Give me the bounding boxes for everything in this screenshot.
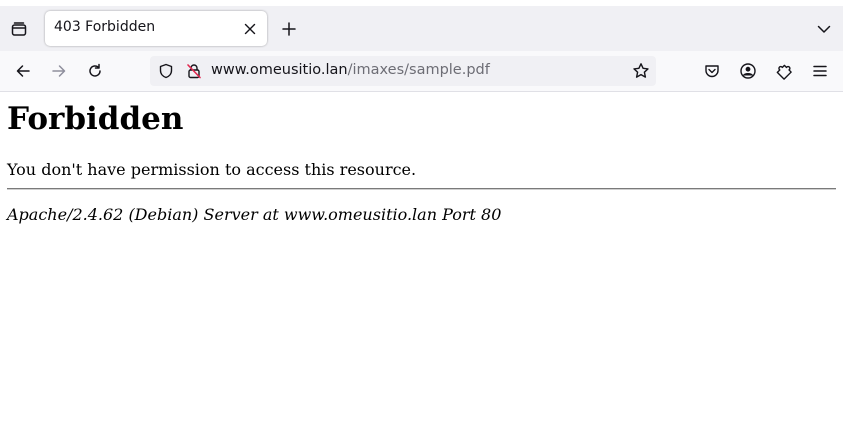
folder-icon[interactable] <box>5 15 33 43</box>
star-icon[interactable] <box>627 57 655 85</box>
url-prefix: www. <box>211 62 250 78</box>
puzzle-icon[interactable] <box>770 57 798 85</box>
insecure-lock-icon[interactable] <box>180 57 208 85</box>
tab-title: 403 Forbidden <box>54 19 156 35</box>
url-bar[interactable]: www.omeusitio.lan/imaxes/sample.pdf <box>150 56 656 86</box>
pocket-icon[interactable] <box>698 57 726 85</box>
hamburger-menu-icon[interactable] <box>806 57 834 85</box>
close-icon[interactable] <box>238 17 262 41</box>
url-text[interactable]: www.omeusitio.lan/imaxes/sample.pdf <box>211 62 490 78</box>
page-title: Forbidden <box>7 101 184 137</box>
chevron-down-icon[interactable] <box>810 15 838 43</box>
arrow-left-icon[interactable] <box>9 57 37 85</box>
account-icon[interactable] <box>734 57 762 85</box>
tab-bar: 403 Forbidden <box>0 6 843 51</box>
error-message: You don't have permission to access this… <box>7 160 417 179</box>
page-content: Forbidden You don't have permission to a… <box>0 92 843 446</box>
server-signature: Apache/2.4.62 (Debian) Server at www.ome… <box>7 205 502 224</box>
url-path: /imaxes/sample.pdf <box>347 62 490 78</box>
url-domain: omeusitio.lan <box>249 62 348 78</box>
plus-icon[interactable] <box>275 15 303 43</box>
arrow-right-icon[interactable] <box>45 57 73 85</box>
divider <box>7 188 836 190</box>
navigation-toolbar: www.omeusitio.lan/imaxes/sample.pdf <box>0 51 843 92</box>
shield-icon[interactable] <box>152 57 180 85</box>
reload-icon[interactable] <box>81 57 109 85</box>
tab-active[interactable]: 403 Forbidden <box>45 11 267 46</box>
